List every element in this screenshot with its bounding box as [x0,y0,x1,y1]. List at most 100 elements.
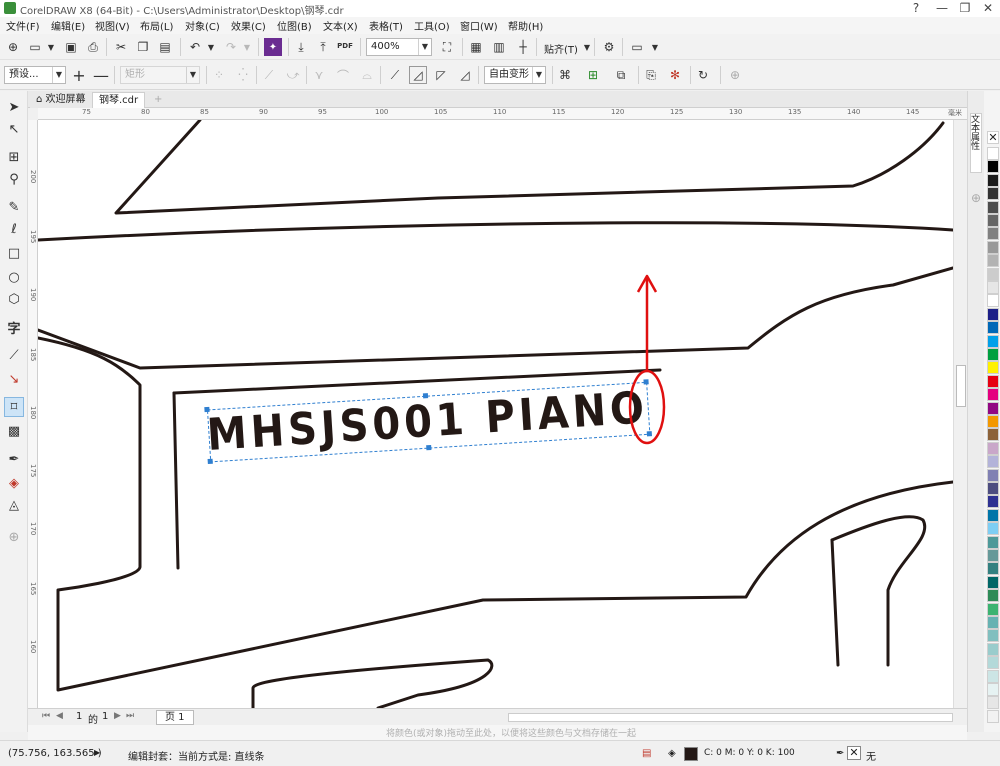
keep-lines-icon[interactable]: ⌘ [556,66,574,84]
color-swatch[interactable] [987,267,999,281]
snap-to-menu[interactable]: 贴齐(T) [544,41,578,56]
menu-tools[interactable]: 工具(O) [414,18,450,33]
color-swatch[interactable] [987,441,999,455]
outline-pen-icon[interactable]: ✒ [836,748,844,759]
color-swatch[interactable] [987,495,999,509]
launcher-dropdown-icon[interactable]: ▼ [646,38,664,56]
color-swatch[interactable] [987,281,999,294]
mapping-mode-select[interactable]: 自由变形 ▼ [484,66,546,84]
cut-icon[interactable]: ✂ [112,38,130,56]
color-swatch[interactable] [987,307,999,321]
fill-bucket-icon[interactable]: ◈ [668,748,676,759]
clear-envelope-icon[interactable]: ✻ [666,66,684,84]
scroll-thumb[interactable] [956,365,966,407]
envelope-handle[interactable] [204,406,210,413]
shape-tool-icon[interactable]: ↖ [4,119,24,139]
transparency-tool-icon[interactable]: ▩ [4,421,24,441]
color-swatch[interactable] [987,589,999,603]
color-swatch[interactable] [987,294,999,308]
document-color-icon[interactable]: ▤ [642,748,651,759]
color-swatch[interactable] [987,334,999,348]
color-swatch[interactable] [987,669,999,683]
color-swatch[interactable] [987,482,999,495]
drawing-canvas[interactable]: MHSJS001 PIANO [38,120,953,708]
artistic-media-icon[interactable]: ℓ [4,219,24,239]
freehand-tool-icon[interactable]: ✎ [4,197,24,217]
menu-layout[interactable]: 布局(L) [140,18,173,33]
color-swatch[interactable] [987,428,999,442]
new-document-icon[interactable]: ⊕ [4,38,22,56]
prev-page-icon[interactable]: ◀ [56,711,63,721]
color-swatch[interactable] [987,455,999,469]
horizontal-scrollbar[interactable] [508,713,953,722]
paste-icon[interactable]: ▤ [156,38,174,56]
rectangle-tool-icon[interactable]: □ [4,243,24,263]
color-swatch[interactable] [987,415,999,428]
to-curve-icon[interactable]: ⤻ [284,66,302,84]
vertical-scrollbar[interactable] [953,120,967,708]
show-rulers-icon[interactable]: ▦ [467,38,485,56]
restore-button[interactable]: ❐ [953,0,977,17]
play-icon[interactable]: ▶ [94,748,100,757]
color-swatch[interactable] [987,535,999,549]
color-swatch[interactable] [987,187,999,201]
envelope-unconstrained-icon[interactable]: ◿ [456,66,474,84]
zoom-level-select[interactable]: 400% ▼ [366,38,432,56]
minimize-button[interactable]: — [930,0,954,17]
menu-file[interactable]: 文件(F) [6,18,40,33]
color-swatch[interactable] [987,361,999,375]
outline-none-icon[interactable]: ✕ [847,746,861,760]
envelope-single-arc-icon[interactable]: ◿ [409,66,427,84]
application-launcher-icon[interactable]: ▭ [628,38,646,56]
menu-edit[interactable]: 编辑(E) [51,18,85,33]
horizontal-ruler[interactable]: 75 80 85 90 95 100 105 110 115 120 125 1… [38,108,967,120]
publish-pdf-icon[interactable]: PDF [336,37,354,55]
envelope-handle[interactable] [643,379,649,385]
menu-view[interactable]: 视图(V) [95,18,130,33]
color-swatch[interactable] [987,348,999,361]
connector-tool-icon[interactable]: ↘ [4,369,24,389]
shape-select[interactable]: 矩形 ▼ [120,66,200,84]
color-swatch[interactable] [987,508,999,522]
color-swatch[interactable] [987,240,999,254]
menu-bitmaps[interactable]: 位图(B) [277,18,312,33]
menu-window[interactable]: 窗口(W) [460,18,498,33]
copy-envelope-properties-icon[interactable]: ⎘ [642,66,660,84]
color-swatch[interactable] [987,575,999,589]
options-gear-icon[interactable]: ⚙ [600,38,618,56]
color-swatch[interactable] [987,173,999,187]
color-swatch[interactable] [987,160,999,174]
preset-select[interactable]: 预设... ▼ [4,66,66,84]
to-line-icon[interactable]: ⟋ [260,66,278,84]
color-swatch[interactable] [987,214,999,227]
envelope-handle[interactable] [207,458,213,465]
color-swatch[interactable] [987,321,999,335]
color-swatch[interactable] [987,401,999,415]
interactive-fill-icon[interactable]: ◈ [4,473,24,493]
menu-text[interactable]: 文本(X) [323,18,358,33]
docker-tab-text-properties[interactable]: 文本属性 [969,113,982,173]
cusp-node-icon[interactable]: ⋎ [310,66,328,84]
add-toolbar-item-icon[interactable]: ⊕ [726,66,744,84]
envelope-handle[interactable] [426,444,432,451]
help-button[interactable]: ? [904,0,928,17]
parallel-dimension-icon[interactable]: ⟋ [4,345,24,365]
color-swatch[interactable] [987,683,999,696]
export-icon[interactable]: ⤒ [314,38,332,56]
eyedropper-tool-icon[interactable]: ✒ [4,449,24,469]
full-screen-icon[interactable]: ⛶ [438,38,456,56]
color-swatch[interactable] [987,629,999,643]
select-nodes-icon[interactable]: ⁘ [210,66,228,84]
add-tool-icon[interactable]: ⊕ [4,527,24,547]
remove-preset-icon[interactable]: — [92,66,110,85]
copy-icon[interactable]: ❐ [134,38,152,56]
open-dropdown-icon[interactable]: ▼ [42,38,60,56]
last-page-icon[interactable]: ⏭ [126,711,134,721]
color-swatch[interactable] [987,602,999,616]
save-icon[interactable]: ▣ [62,38,80,56]
import-icon[interactable]: ⤓ [292,38,310,56]
search-content-icon[interactable]: ✦ [264,38,282,56]
add-new-envelope-icon[interactable]: ⊞ [584,66,602,84]
envelope-double-arc-icon[interactable]: ◸ [432,66,450,84]
tab-document[interactable]: 钢琴.cdr [92,92,146,108]
